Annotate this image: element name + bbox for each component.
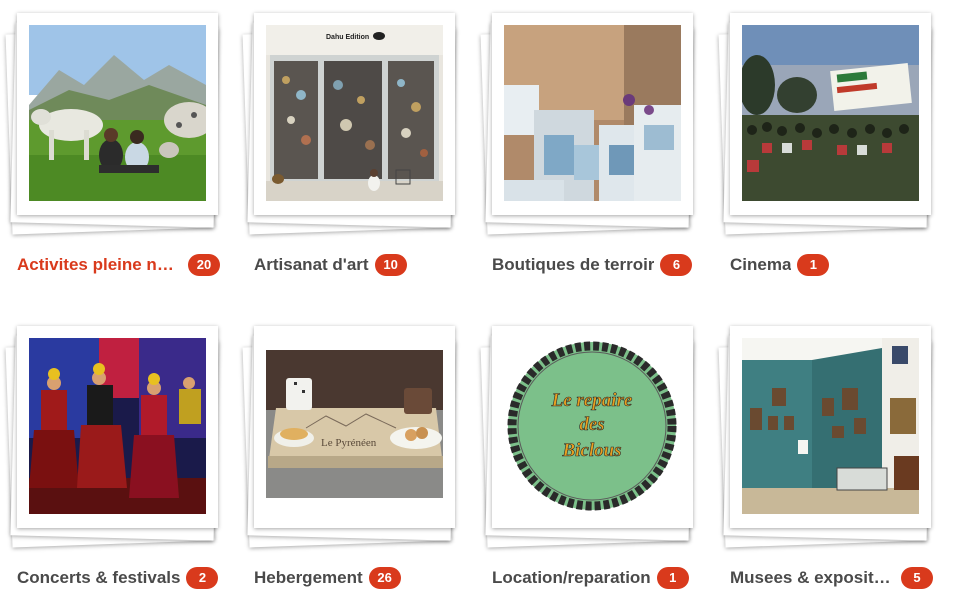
- photo-stack: [716, 326, 946, 556]
- count-badge: 10: [374, 254, 407, 276]
- tray-brand-text: Le Pyrénéen: [321, 437, 377, 449]
- horses-meadow-photo[interactable]: [29, 25, 206, 201]
- category-title[interactable]: Location/reparation: [492, 568, 651, 588]
- logo-text-line1: Le repaire: [551, 390, 633, 411]
- count-badge: 26: [368, 567, 401, 589]
- photo-stack: Le repaire des Biclous: [478, 326, 708, 556]
- shop-front-photo[interactable]: Dahu Edition: [266, 25, 443, 201]
- category-label-row[interactable]: Hebergement 26: [254, 564, 401, 592]
- category-label-row[interactable]: Artisanat d'art 10: [254, 251, 407, 279]
- count-badge: 1: [797, 254, 830, 276]
- category-card-cinema[interactable]: Cinema 1: [716, 13, 946, 303]
- photo-stack: Dahu Edition: [240, 13, 470, 243]
- photo-stack: [478, 13, 708, 243]
- category-label-row[interactable]: Concerts & festivals 2: [17, 564, 219, 592]
- category-card-location[interactable]: Le repaire des Biclous Location/reparati…: [478, 326, 708, 616]
- category-title[interactable]: Musees & expositions: [730, 568, 895, 588]
- photo-stack: [3, 326, 233, 556]
- category-card-concerts[interactable]: Concerts & festivals 2: [3, 326, 233, 616]
- bike-logo-photo[interactable]: Le repaire des Biclous: [504, 338, 681, 514]
- category-title[interactable]: Cinema: [730, 255, 791, 275]
- category-card-artisanat[interactable]: Dahu Edition Artisanat d'art 10: [240, 13, 470, 303]
- breakfast-tray-photo[interactable]: Le Pyrénéen: [266, 338, 443, 514]
- photo-stack: [3, 13, 233, 243]
- shop-sign-text: Dahu Edition: [326, 34, 369, 41]
- logo-text-line2: des: [579, 414, 604, 435]
- category-label-row[interactable]: Musees & expositions 5: [730, 564, 933, 592]
- category-label-row[interactable]: Cinema 1: [730, 251, 830, 279]
- category-title[interactable]: Concerts & festivals: [17, 568, 180, 588]
- category-title[interactable]: Boutiques de terroir: [492, 255, 654, 275]
- museum-room-photo[interactable]: [742, 338, 919, 514]
- category-label-row[interactable]: Activites pleine nature 20: [17, 251, 220, 279]
- count-badge: 6: [660, 254, 693, 276]
- category-title[interactable]: Activites pleine nature: [17, 255, 182, 275]
- category-card-hebergement[interactable]: Le Pyrénéen Hebergement 26: [240, 326, 470, 616]
- category-label-row[interactable]: Boutiques de terroir 6: [492, 251, 693, 279]
- photo-stack: [716, 13, 946, 243]
- dancers-stage-photo[interactable]: [29, 338, 206, 514]
- logo-text-line3: Biclous: [561, 440, 621, 461]
- boutique-shelves-photo[interactable]: [504, 25, 681, 201]
- category-card-musees[interactable]: Musees & expositions 5: [716, 326, 946, 616]
- category-label-row[interactable]: Location/reparation 1: [492, 564, 689, 592]
- photo-stack: Le Pyrénéen: [240, 326, 470, 556]
- category-title[interactable]: Hebergement: [254, 568, 363, 588]
- category-card-boutiques[interactable]: Boutiques de terroir 6: [478, 13, 708, 303]
- count-badge: 20: [188, 254, 220, 276]
- category-title[interactable]: Artisanat d'art: [254, 255, 369, 275]
- category-card-activites[interactable]: Activites pleine nature 20: [3, 13, 233, 303]
- outdoor-cinema-photo[interactable]: [742, 25, 919, 201]
- count-badge: 5: [901, 567, 933, 589]
- count-badge: 1: [656, 567, 689, 589]
- count-badge: 2: [186, 567, 219, 589]
